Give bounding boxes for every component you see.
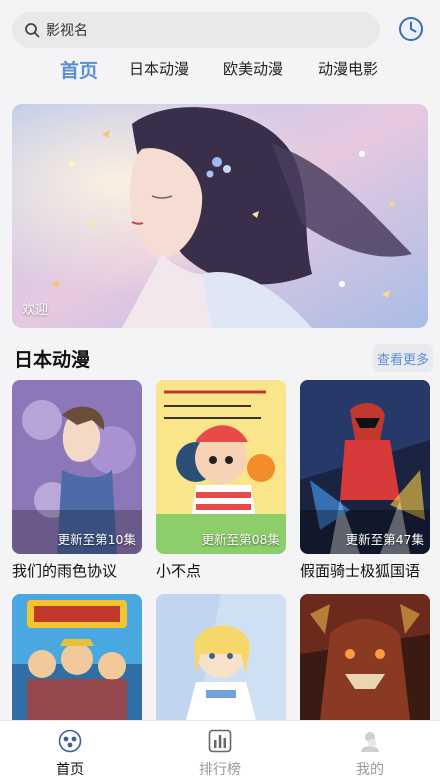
profile-icon xyxy=(361,732,379,752)
poster-image: 更新至第10集 xyxy=(12,380,142,554)
top-bar: 影视名 xyxy=(0,0,440,56)
bottom-nav: 首页 排行榜 我的 xyxy=(0,720,440,780)
anime-card[interactable]: 更新至第08集 小不点 xyxy=(156,380,286,581)
ranking-icon xyxy=(208,729,232,753)
clock-icon[interactable] xyxy=(398,16,424,42)
search-input[interactable]: 影视名 xyxy=(12,12,380,48)
anime-card[interactable] xyxy=(156,594,286,720)
poster-image xyxy=(156,594,286,720)
tab-anime-movies[interactable]: 动漫电影 xyxy=(318,58,378,79)
tab-western-anime[interactable]: 欧美动漫 xyxy=(223,58,283,79)
episode-badge: 更新至第47集 xyxy=(345,532,424,547)
nav-profile-label: 我的 xyxy=(356,762,384,778)
card-title: 小不点 xyxy=(156,562,202,580)
anime-card[interactable]: 更新至第47集 假面骑士极狐国语 xyxy=(300,380,430,581)
nav-profile[interactable]: 我的 xyxy=(320,721,420,780)
search-placeholder: 影视名 xyxy=(46,23,88,39)
banner-caption: 欢迎 xyxy=(22,303,49,318)
category-tabs: 首页 日本动漫 欧美动漫 动漫电影 xyxy=(0,58,440,90)
nav-ranking-label: 排行榜 xyxy=(199,762,241,778)
tab-japanese-anime[interactable]: 日本动漫 xyxy=(129,58,189,79)
banner-image xyxy=(12,104,428,328)
poster-image xyxy=(300,594,430,720)
anime-card[interactable] xyxy=(12,594,142,720)
view-more-button[interactable]: 查看更多 xyxy=(373,344,433,372)
search-icon xyxy=(25,23,40,38)
poster-image: 更新至第08集 xyxy=(156,380,286,554)
poster-image: 更新至第47集 xyxy=(300,380,430,554)
hero-banner[interactable]: 欢迎 xyxy=(12,104,428,328)
home-icon xyxy=(58,729,82,753)
nav-home-label: 首页 xyxy=(56,762,84,778)
anime-card[interactable] xyxy=(300,594,430,720)
section-title: 日本动漫 xyxy=(14,349,91,371)
card-title: 假面骑士极狐国语 xyxy=(300,562,421,580)
card-title: 我们的雨色协议 xyxy=(12,562,118,580)
poster-image xyxy=(12,594,142,720)
episode-badge: 更新至第08集 xyxy=(201,532,280,547)
nav-ranking[interactable]: 排行榜 xyxy=(170,721,270,780)
anime-card[interactable]: 更新至第10集 我们的雨色协议 xyxy=(12,380,142,581)
tab-home[interactable]: 首页 xyxy=(60,56,98,83)
episode-badge: 更新至第10集 xyxy=(57,532,136,547)
nav-home[interactable]: 首页 xyxy=(20,721,120,780)
